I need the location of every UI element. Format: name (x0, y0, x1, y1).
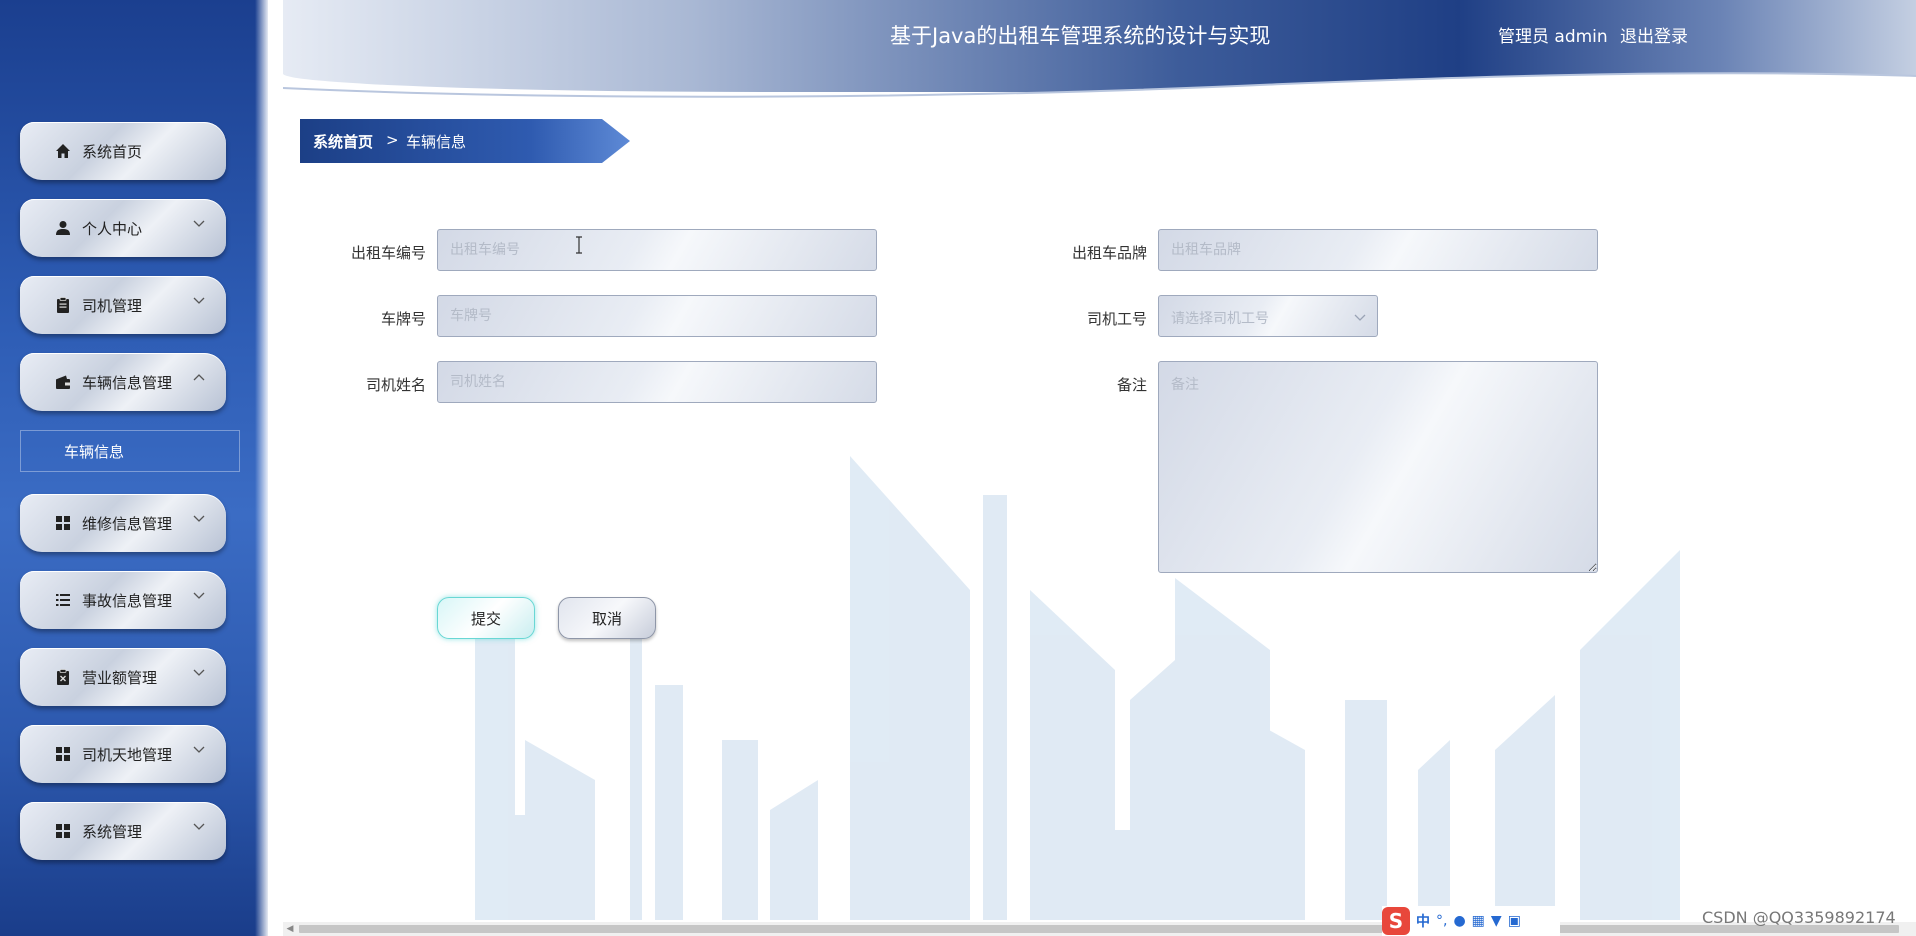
text-cursor-icon (576, 236, 582, 254)
taxi-number-label: 出租车编号 (350, 244, 426, 262)
breadcrumb: 系统首页 > 车辆信息 (300, 119, 630, 163)
driver-id-select[interactable]: 请选择司机工号 (1158, 295, 1378, 337)
sidebar-item-accident-info-management[interactable]: 事故信息管理 (20, 571, 226, 629)
remark-textarea[interactable] (1158, 361, 1598, 573)
plate-number-input[interactable] (437, 295, 877, 337)
page-title: 基于Java的出租车管理系统的设计与实现 (890, 24, 1271, 48)
sidebar-edge-divider (255, 0, 277, 936)
ime-mode-indicator[interactable]: 中 (1416, 911, 1430, 931)
sidebar-item-label: 个人中心 (82, 219, 143, 238)
sidebar-item-revenue-management[interactable]: 营业额管理 (20, 648, 226, 706)
chevron-down-icon (193, 297, 205, 304)
chevron-down-icon (193, 592, 205, 599)
chevron-up-icon (193, 374, 205, 381)
microphone-icon[interactable]: ● (1453, 913, 1465, 929)
sidebar-item-label: 事故信息管理 (82, 591, 173, 610)
user-icon (54, 219, 72, 237)
ime-toolbar: S 中 °, ● ▦ ▼ ▣ (1382, 906, 1560, 936)
sidebar-item-label: 系统管理 (82, 822, 143, 841)
taxi-brand-input[interactable] (1158, 229, 1598, 271)
taxi-number-input[interactable] (437, 229, 877, 271)
scroll-left-arrow-icon[interactable]: ◀ (283, 922, 297, 936)
clipboard-icon (54, 296, 72, 314)
punctuation-icon[interactable]: °, (1436, 913, 1447, 929)
breadcrumb-current: 车辆信息 (406, 133, 467, 151)
chevron-down-icon (193, 669, 205, 676)
scrollbar-thumb[interactable] (299, 925, 1899, 933)
driver-name-label: 司机姓名 (365, 376, 426, 394)
driver-id-label: 司机工号 (1086, 310, 1147, 328)
breadcrumb-home-link[interactable]: 系统首页 (313, 131, 373, 152)
sidebar-item-label: 系统首页 (82, 142, 143, 161)
grid-icon (54, 514, 72, 532)
chevron-down-icon (193, 220, 205, 227)
chevron-down-icon (193, 746, 205, 753)
sidebar-item-driver-management[interactable]: 司机管理 (20, 276, 226, 334)
sidebar-subitem-vehicle-info[interactable]: 车辆信息 (20, 430, 240, 472)
clipboard-x-icon (54, 668, 72, 686)
sidebar-item-repair-info-management[interactable]: 维修信息管理 (20, 494, 226, 552)
horizontal-scrollbar[interactable]: ◀ (283, 922, 1916, 936)
sidebar-item-label: 营业额管理 (82, 668, 158, 687)
ime-logo[interactable]: S (1382, 907, 1410, 935)
sidebar-item-label: 司机天地管理 (82, 745, 173, 764)
taxi-brand-label: 出租车品牌 (1071, 244, 1147, 262)
sidebar-item-label: 司机管理 (82, 296, 143, 315)
driver-name-input[interactable] (437, 361, 877, 403)
wallet-icon (54, 373, 72, 391)
submit-button[interactable]: 提交 (437, 597, 535, 639)
watermark: CSDN @QQ3359892174 (1702, 908, 1896, 927)
chevron-down-icon (193, 515, 205, 522)
header-wave-decoration (283, 72, 1916, 102)
sidebar-item-label: 车辆信息管理 (82, 373, 173, 392)
current-user-label: 管理员 admin (1498, 27, 1608, 47)
chevron-down-icon (193, 823, 205, 830)
sidebar-item-personal-center[interactable]: 个人中心 (20, 199, 226, 257)
remark-label: 备注 (1116, 376, 1147, 394)
home-icon (54, 142, 72, 160)
logout-link[interactable]: 退出登录 (1620, 22, 1688, 47)
sidebar-subitem-label: 车辆信息 (64, 442, 125, 461)
grid-icon (54, 822, 72, 840)
cancel-button[interactable]: 取消 (558, 597, 656, 639)
plate-number-label: 车牌号 (380, 310, 426, 328)
breadcrumb-separator: > (386, 131, 399, 149)
driver-id-select-placeholder: 请选择司机工号 (1171, 311, 1269, 327)
skin-icon[interactable]: ▼ (1491, 913, 1502, 929)
sidebar-item-vehicle-info-management[interactable]: 车辆信息管理 (20, 353, 226, 411)
sidebar-item-driver-world-management[interactable]: 司机天地管理 (20, 725, 226, 783)
sidebar-item-system-management[interactable]: 系统管理 (20, 802, 226, 860)
chevron-down-icon (1354, 314, 1366, 321)
keyboard-icon[interactable]: ▦ (1472, 913, 1485, 929)
sidebar-item-label: 维修信息管理 (82, 514, 173, 533)
grid-icon (54, 745, 72, 763)
toolbox-icon[interactable]: ▣ (1508, 913, 1521, 929)
list-icon (54, 591, 72, 609)
sidebar-item-home[interactable]: 系统首页 (20, 122, 226, 180)
